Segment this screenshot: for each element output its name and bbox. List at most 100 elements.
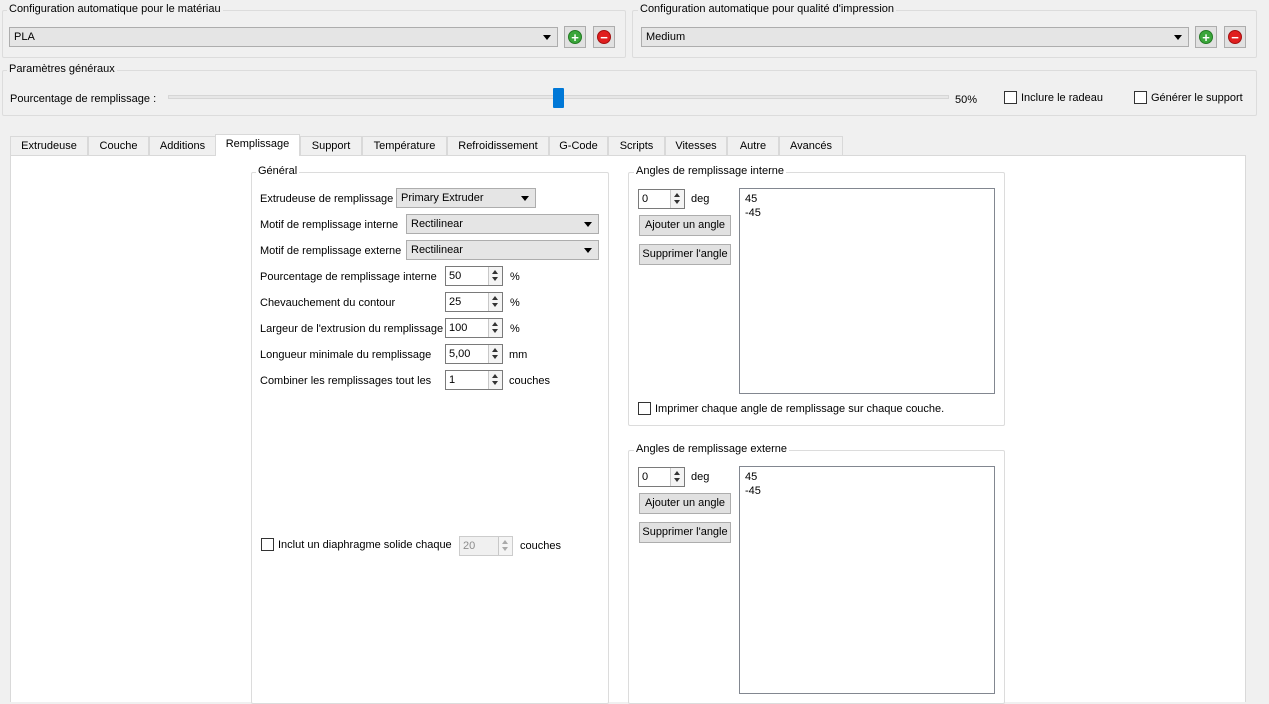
infill-percent-label: Pourcentage de remplissage : xyxy=(10,93,157,105)
min-length-spinbox[interactable]: 5,00 xyxy=(445,344,503,364)
internal-pattern-value: Rectilinear xyxy=(411,218,463,230)
tab-vitesses[interactable]: Vitesses xyxy=(665,136,727,156)
diaphragm-value: 20 xyxy=(463,540,476,552)
tab-couche[interactable]: Couche xyxy=(88,136,149,156)
add-quality-button[interactable]: + xyxy=(1195,26,1217,48)
arrow-down-icon xyxy=(674,200,680,204)
chevron-down-icon xyxy=(1174,35,1182,40)
raft-checkbox[interactable] xyxy=(1004,91,1017,104)
tab-gcode[interactable]: G-Code xyxy=(549,136,608,156)
tab-refroidissement[interactable]: Refroidissement xyxy=(447,136,549,156)
extrusion-width-label: Largeur de l'extrusion du remplissage xyxy=(260,323,444,335)
external-angle-unit: deg xyxy=(691,471,710,483)
remove-material-button[interactable]: − xyxy=(593,26,615,48)
infill-slider[interactable] xyxy=(168,88,949,108)
chevron-down-icon xyxy=(543,35,551,40)
raft-label: Inclure le radeau xyxy=(1021,92,1103,104)
extrusion-width-unit: % xyxy=(510,323,520,335)
external-angles-list[interactable]: 45 -45 xyxy=(739,466,995,694)
arrow-down-icon xyxy=(492,277,498,281)
arrow-up-icon xyxy=(492,348,498,352)
add-external-angle-button[interactable]: Ajouter un angle xyxy=(639,493,731,514)
combine-unit: couches xyxy=(509,375,550,387)
internal-pct-label: Pourcentage de remplissage interne xyxy=(260,271,437,283)
tab-autre[interactable]: Autre xyxy=(727,136,779,156)
spin-buttons[interactable] xyxy=(670,468,684,486)
internal-angle-value: 0 xyxy=(642,193,649,205)
list-item[interactable]: -45 xyxy=(745,484,989,498)
chevron-down-icon xyxy=(584,222,592,227)
tab-avances[interactable]: Avancés xyxy=(779,136,843,156)
infill-extruder-label: Extrudeuse de remplissage xyxy=(260,193,394,205)
list-item[interactable]: -45 xyxy=(745,206,989,220)
internal-pct-spinbox[interactable]: 50 xyxy=(445,266,503,286)
tab-scripts[interactable]: Scripts xyxy=(608,136,665,156)
remove-quality-button[interactable]: − xyxy=(1224,26,1246,48)
internal-angle-spinbox[interactable]: 0 xyxy=(638,189,685,209)
remove-internal-angle-button[interactable]: Supprimer l'angle xyxy=(639,244,731,265)
spin-buttons[interactable] xyxy=(488,345,502,363)
internal-pattern-select[interactable]: Rectilinear xyxy=(406,214,599,234)
minus-circle-icon: − xyxy=(597,30,611,44)
minus-circle-icon: − xyxy=(1228,30,1242,44)
spin-buttons[interactable] xyxy=(488,293,502,311)
combine-spinbox[interactable]: 1 xyxy=(445,370,503,390)
external-angle-value: 0 xyxy=(642,471,649,483)
external-pattern-value: Rectilinear xyxy=(411,244,463,256)
spin-buttons[interactable] xyxy=(498,537,512,555)
material-select[interactable]: PLA xyxy=(9,27,558,47)
support-checkbox[interactable] xyxy=(1134,91,1147,104)
min-length-unit: mm xyxy=(509,349,528,361)
internal-pct-unit: % xyxy=(510,271,520,283)
quality-group-title: Configuration automatique pour qualité d… xyxy=(638,3,897,15)
tab-support[interactable]: Support xyxy=(300,136,362,156)
spin-buttons[interactable] xyxy=(488,267,502,285)
quality-select[interactable]: Medium xyxy=(641,27,1189,47)
min-length-label: Longueur minimale du remplissage xyxy=(260,349,432,361)
spin-buttons[interactable] xyxy=(488,371,502,389)
infill-extruder-value: Primary Extruder xyxy=(401,192,484,204)
add-internal-angle-button[interactable]: Ajouter un angle xyxy=(639,215,731,236)
arrow-down-icon xyxy=(492,329,498,333)
arrow-up-icon xyxy=(502,540,508,544)
outline-overlap-spinbox[interactable]: 25 xyxy=(445,292,503,312)
tab-extrudeuse[interactable]: Extrudeuse xyxy=(10,136,88,156)
external-pattern-label: Motif de remplissage externe xyxy=(260,245,402,257)
tab-temperature[interactable]: Température xyxy=(362,136,447,156)
arrow-down-icon xyxy=(492,355,498,359)
external-angle-spinbox[interactable]: 0 xyxy=(638,467,685,487)
combine-label: Combiner les remplissages tout les xyxy=(260,375,432,387)
diaphragm-checkbox[interactable] xyxy=(261,538,274,551)
spin-buttons[interactable] xyxy=(488,319,502,337)
add-material-button[interactable]: + xyxy=(564,26,586,48)
arrow-down-icon xyxy=(492,303,498,307)
outline-overlap-label: Chevauchement du contour xyxy=(260,297,396,309)
remove-external-angle-button[interactable]: Supprimer l'angle xyxy=(639,522,731,543)
external-pattern-select[interactable]: Rectilinear xyxy=(406,240,599,260)
tab-remplissage[interactable]: Remplissage xyxy=(215,134,300,156)
diaphragm-label: Inclut un diaphragme solide chaque xyxy=(278,539,452,551)
extrusion-width-spinbox[interactable]: 100 xyxy=(445,318,503,338)
arrow-up-icon xyxy=(674,471,680,475)
internal-angles-list[interactable]: 45 -45 xyxy=(739,188,995,394)
internal-pct-value: 50 xyxy=(449,270,462,282)
support-label: Générer le support xyxy=(1151,92,1243,104)
infill-extruder-select[interactable]: Primary Extruder xyxy=(396,188,536,208)
diaphragm-spinbox[interactable]: 20 xyxy=(459,536,513,556)
spin-buttons[interactable] xyxy=(670,190,684,208)
chevron-down-icon xyxy=(584,248,592,253)
min-length-value: 5,00 xyxy=(449,348,471,360)
arrow-down-icon xyxy=(492,381,498,385)
general-group-title: Paramètres généraux xyxy=(7,63,117,75)
material-select-value: PLA xyxy=(14,31,35,43)
list-item[interactable]: 45 xyxy=(745,470,989,484)
arrow-up-icon xyxy=(492,296,498,300)
plus-circle-icon: + xyxy=(1199,30,1213,44)
plus-circle-icon: + xyxy=(568,30,582,44)
arrow-up-icon xyxy=(492,322,498,326)
tab-additions[interactable]: Additions xyxy=(149,136,216,156)
infill-slider-handle[interactable] xyxy=(553,88,564,108)
list-item[interactable]: 45 xyxy=(745,192,989,206)
arrow-up-icon xyxy=(492,270,498,274)
print-each-angle-checkbox[interactable] xyxy=(638,402,651,415)
